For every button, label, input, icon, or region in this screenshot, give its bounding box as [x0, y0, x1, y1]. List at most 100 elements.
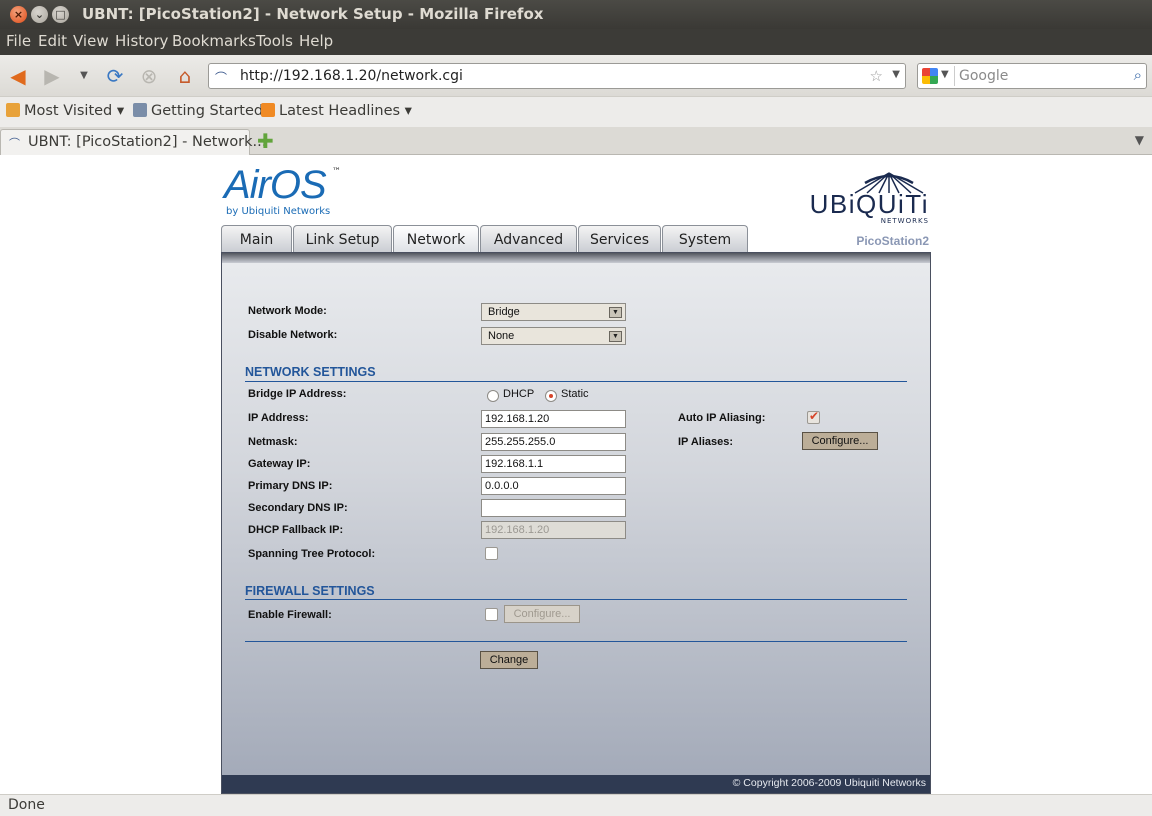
dhcp-fallback-input: 192.168.1.20 — [481, 521, 626, 539]
page-viewport: AirOS ™ by Ubiquiti Networks UBiQUiTi NE… — [0, 155, 1152, 794]
gateway-input[interactable]: 192.168.1.1 — [481, 455, 626, 473]
menu-bar: File Edit View History Bookmarks Tools H… — [0, 29, 1152, 55]
back-icon[interactable]: ◀ — [6, 64, 30, 88]
status-text: Done — [8, 797, 45, 813]
panel-top-strip — [222, 253, 930, 263]
bookmark-getting-started[interactable]: Getting Started — [133, 103, 263, 119]
copyright-text: © Copyright 2006-2009 Ubiquiti Networks — [732, 777, 926, 789]
chevron-down-icon: ▼ — [609, 331, 622, 342]
static-radio[interactable] — [545, 390, 557, 402]
network-settings-heading: NETWORK SETTINGS — [245, 365, 376, 379]
network-mode-select[interactable]: Bridge ▼ — [481, 303, 626, 321]
tab-system[interactable]: System — [662, 225, 748, 253]
trademark-mark: ™ — [332, 167, 341, 177]
section-divider — [245, 381, 907, 382]
url-bar[interactable]: ⌒ http://192.168.1.20/network.cgi ☆ ▼ — [208, 63, 906, 89]
ip-address-label: IP Address: — [248, 412, 309, 424]
tab-strip: ⌒ UBNT: [PicoStation2] - Network... ✚ ▼ — [0, 127, 1152, 155]
airos-byline: by Ubiquiti Networks — [226, 206, 331, 217]
home-icon[interactable]: ⌂ — [173, 64, 197, 88]
search-bar[interactable]: ▼ Google ⌕ — [917, 63, 1147, 89]
chevron-down-icon: ▼ — [609, 307, 622, 318]
navigation-toolbar: ◀ ▶ ▼ ⟳ ⊗ ⌂ ⌒ http://192.168.1.20/networ… — [0, 55, 1152, 97]
minimize-window-button[interactable]: ⌄ — [31, 6, 48, 23]
disable-network-select[interactable]: None ▼ — [481, 327, 626, 345]
forward-icon[interactable]: ▶ — [40, 64, 64, 88]
stp-checkbox[interactable] — [485, 547, 498, 560]
primary-dns-label: Primary DNS IP: — [248, 480, 333, 492]
history-dropdown-icon[interactable]: ▼ — [72, 64, 96, 88]
menu-bookmarks[interactable]: Bookmarks — [172, 32, 256, 50]
new-tab-icon[interactable]: ✚ — [257, 131, 274, 151]
close-window-button[interactable]: × — [10, 6, 27, 23]
network-mode-value: Bridge — [488, 306, 520, 318]
gateway-label: Gateway IP: — [248, 458, 311, 470]
dhcp-radio[interactable] — [487, 390, 499, 402]
enable-firewall-checkbox[interactable] — [485, 608, 498, 621]
tab-main[interactable]: Main — [221, 225, 292, 253]
tab-link-setup[interactable]: Link Setup — [293, 225, 392, 253]
section-divider — [245, 641, 907, 642]
secondary-dns-input[interactable] — [481, 499, 626, 517]
section-divider — [245, 599, 907, 600]
stop-icon[interactable]: ⊗ — [137, 64, 161, 88]
menu-help[interactable]: Help — [299, 32, 333, 50]
ip-address-input[interactable]: 192.168.1.20 — [481, 410, 626, 428]
url-dropdown-icon[interactable]: ▼ — [892, 69, 900, 80]
menu-view[interactable]: View — [73, 32, 109, 50]
menu-tools[interactable]: Tools — [256, 32, 293, 50]
page-icon — [133, 103, 147, 117]
google-engine-icon[interactable] — [922, 68, 938, 84]
tab-network[interactable]: Network — [393, 225, 479, 253]
ip-aliases-configure-button[interactable]: Configure... — [802, 432, 878, 450]
enable-firewall-label: Enable Firewall: — [248, 609, 332, 621]
tab-favicon-icon: ⌒ — [9, 137, 20, 150]
network-mode-label: Network Mode: — [248, 305, 327, 317]
status-bar: Done — [0, 794, 1152, 816]
page-footer: © Copyright 2006-2009 Ubiquiti Networks — [222, 775, 930, 793]
network-settings-panel: Network Mode: Bridge ▼ Disable Network: … — [221, 252, 931, 794]
secondary-dns-label: Secondary DNS IP: — [248, 502, 348, 514]
tab-services[interactable]: Services — [578, 225, 661, 253]
bridge-ip-label: Bridge IP Address: — [248, 388, 347, 400]
menu-file[interactable]: File — [6, 32, 31, 50]
window-titlebar: × ⌄ □ UBNT: [PicoStation2] - Network Set… — [0, 0, 1152, 29]
tab-list-dropdown-icon[interactable]: ▼ — [1135, 133, 1144, 147]
firewall-settings-heading: FIREWALL SETTINGS — [245, 584, 375, 598]
bookmarks-toolbar: Most Visited ▾ Getting Started Latest He… — [0, 97, 1152, 127]
netmask-label: Netmask: — [248, 436, 298, 448]
change-button[interactable]: Change — [480, 651, 538, 669]
disable-network-label: Disable Network: — [248, 329, 338, 341]
primary-dns-input[interactable]: 0.0.0.0 — [481, 477, 626, 495]
bookmark-star-icon[interactable]: ☆ — [870, 67, 883, 85]
search-icon[interactable]: ⌕ — [1134, 66, 1142, 84]
ubiquiti-antenna-icon — [854, 172, 924, 194]
device-name: PicoStation2 — [856, 234, 929, 248]
menu-history[interactable]: History — [115, 32, 168, 50]
tab-title: UBNT: [PicoStation2] - Network... — [28, 134, 267, 150]
auto-ip-aliasing-label: Auto IP Aliasing: — [678, 412, 766, 424]
auto-ip-aliasing-checkbox[interactable] — [807, 409, 820, 424]
dhcp-fallback-label: DHCP Fallback IP: — [248, 524, 344, 536]
airos-logo-text: AirOS — [224, 163, 327, 207]
search-divider — [954, 66, 955, 86]
airos-logo: AirOS ™ by Ubiquiti Networks — [224, 163, 341, 217]
tab-advanced[interactable]: Advanced — [480, 225, 577, 253]
menu-edit[interactable]: Edit — [38, 32, 67, 50]
folder-icon — [6, 103, 20, 117]
netmask-input[interactable]: 255.255.255.0 — [481, 433, 626, 451]
reload-icon[interactable]: ⟳ — [103, 64, 127, 88]
bookmark-latest-headlines[interactable]: Latest Headlines ▾ — [261, 103, 412, 119]
static-radio-label: Static — [561, 388, 589, 400]
browser-tab-active[interactable]: ⌒ UBNT: [PicoStation2] - Network... — [0, 129, 266, 155]
firewall-configure-button: Configure... — [504, 605, 580, 623]
maximize-window-button[interactable]: □ — [52, 6, 69, 23]
engine-dropdown-icon[interactable]: ▼ — [941, 69, 949, 80]
airos-page: AirOS ™ by Ubiquiti Networks UBiQUiTi NE… — [221, 155, 931, 794]
disable-network-value: None — [488, 330, 515, 342]
bookmark-most-visited[interactable]: Most Visited ▾ — [6, 103, 124, 119]
window-title: UBNT: [PicoStation2] - Network Setup - M… — [82, 5, 544, 23]
stp-label: Spanning Tree Protocol: — [248, 548, 376, 560]
ubiquiti-logo: UBiQUiTi NETWORKS — [810, 172, 929, 225]
dhcp-radio-label: DHCP — [503, 388, 535, 400]
